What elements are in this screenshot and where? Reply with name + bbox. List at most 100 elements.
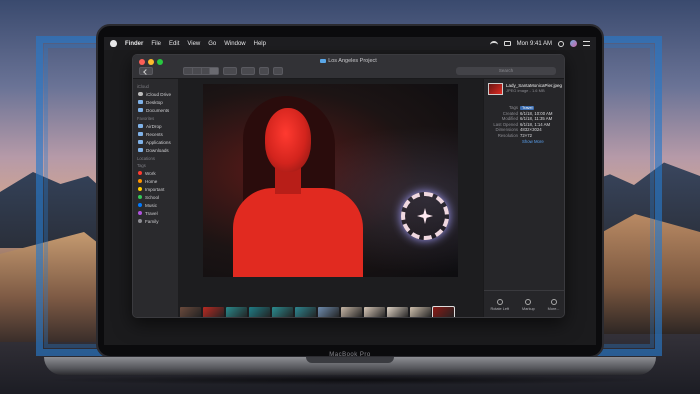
filmstrip-thumbnail[interactable] [341, 306, 362, 317]
sidebar-item-applications[interactable]: Applications [135, 138, 176, 146]
back-button[interactable] [139, 67, 153, 75]
sidebar-tag-family[interactable]: Family [135, 217, 176, 225]
sidebar-item-desktop[interactable]: Desktop [135, 98, 176, 106]
tag-color-dot-icon [138, 211, 142, 215]
menu-file[interactable]: File [151, 41, 161, 47]
metadata-value-cell: 72×72 [520, 133, 532, 139]
sidebar-tag-label: Work [145, 170, 156, 176]
folder-icon [320, 58, 327, 63]
documents-folder-icon [138, 108, 143, 112]
laptop-shadow [40, 375, 660, 385]
window-title-text: Los Angeles Project [328, 58, 377, 64]
sidebar-item-label: AirDrop [146, 123, 162, 129]
window-titlebar: Los Angeles Project Search [133, 55, 564, 79]
menu-window[interactable]: Window [224, 41, 245, 47]
menu-app-name[interactable]: Finder [125, 41, 143, 47]
sidebar-tag-music[interactable]: Music [135, 201, 176, 209]
filmstrip-thumbnail[interactable] [387, 306, 408, 317]
search-input[interactable]: Search [456, 67, 556, 75]
sidebar-tag-label: Travel [145, 210, 158, 216]
sidebar-item-label: Downloads [146, 147, 169, 153]
rotate-left-button[interactable]: Rotate Left [490, 299, 509, 311]
menu-view[interactable]: View [187, 41, 200, 47]
tag-color-dot-icon [138, 187, 142, 191]
tag-color-dot-icon [138, 195, 142, 199]
sidebar-tag-work[interactable]: Work [135, 169, 176, 177]
filmstrip-thumbnail[interactable] [180, 306, 201, 317]
icon-view-button[interactable] [184, 68, 193, 74]
filmstrip-thumbnail[interactable] [249, 306, 270, 317]
column-view-button[interactable] [202, 68, 211, 74]
filmstrip-thumbnail[interactable] [226, 306, 247, 317]
toolbar: Search [133, 67, 564, 77]
sidebar-tag-home[interactable]: Home [135, 177, 176, 185]
sidebar-item-airdrop[interactable]: AirDrop [135, 122, 176, 130]
tag-chip[interactable]: Travel [520, 106, 535, 110]
apple-icon[interactable] [110, 40, 117, 47]
filmstrip-thumbnail[interactable] [295, 306, 316, 317]
inspector-divider [484, 290, 564, 291]
sidebar: iCloud iCloud Drive Desktop Documents Fa… [133, 79, 178, 317]
sidebar-item-downloads[interactable]: Downloads [135, 146, 176, 154]
markup-button[interactable]: Markup [522, 299, 535, 311]
tag-color-dot-icon [138, 171, 142, 175]
menu-extras: Mon 9:41 AM [489, 40, 590, 47]
metadata-value: 6/1/18, 11:35 AM [520, 116, 553, 121]
file-thumbnail [488, 83, 503, 95]
wifi-icon[interactable] [489, 41, 498, 46]
sidebar-tag-label: Important [145, 186, 165, 192]
sidebar-item-recents[interactable]: Recents [135, 130, 176, 138]
menu-go[interactable]: Go [208, 41, 216, 47]
sidebar-tag-label: Family [145, 218, 159, 224]
clock[interactable]: Mon 9:41 AM [517, 41, 552, 47]
photo-subject-shirt [233, 188, 363, 277]
sidebar-heading-favorites: Favorites [137, 116, 155, 121]
more-button[interactable]: More... [548, 299, 560, 311]
sidebar-tag-school[interactable]: School [135, 193, 176, 201]
filmstrip-thumbnail[interactable] [318, 306, 339, 317]
metadata-value: 6/1/18, 1:14 AM [520, 121, 551, 127]
sidebar-tag-label: Music [145, 202, 157, 208]
more-icon [550, 299, 557, 305]
show-more-link[interactable]: Show More [522, 139, 562, 144]
finder-window: Los Angeles Project Search iCloud iCloud [132, 54, 565, 318]
photo-light-sculpture [401, 192, 449, 240]
group-by-button[interactable] [223, 67, 237, 75]
filmstrip-thumbnail[interactable] [364, 306, 385, 317]
sidebar-heading-tags: Tags [137, 163, 146, 168]
metadata-row: Resolution 72×72 [488, 133, 562, 139]
spotlight-icon[interactable] [558, 40, 564, 47]
tag-color-dot-icon [138, 219, 142, 223]
selected-photo[interactable] [203, 84, 458, 277]
menu-bar: Finder File Edit View Go Window Help Mon… [104, 37, 596, 50]
filmstrip-thumbnail[interactable] [203, 306, 224, 317]
sidebar-item-icloud-drive[interactable]: iCloud Drive [135, 90, 176, 98]
menu-help[interactable]: Help [254, 41, 266, 47]
list-view-button[interactable] [193, 68, 202, 74]
sidebar-item-label: Desktop [146, 99, 163, 105]
filmstrip-thumbnail[interactable] [272, 306, 293, 317]
sidebar-item-documents[interactable]: Documents [135, 106, 176, 114]
menu-edit[interactable]: Edit [169, 41, 179, 47]
sidebar-tag-travel[interactable]: Travel [135, 209, 176, 217]
share-button[interactable] [259, 67, 269, 75]
edit-tags-button[interactable] [273, 67, 283, 75]
sidebar-tag-important[interactable]: Important [135, 185, 176, 193]
action-label: Markup [522, 307, 535, 311]
gallery-view-button[interactable] [210, 68, 218, 74]
inspector-header: Lady_SantaMonicaPier.jpeg JPEG image - 1… [488, 83, 562, 95]
filmstrip-thumbnail[interactable] [410, 306, 431, 317]
airdrop-icon [138, 124, 143, 128]
action-gear-button[interactable] [241, 67, 255, 75]
metadata-value: 6/1/18, 10:00 AM [520, 110, 553, 116]
siri-icon[interactable] [570, 40, 577, 47]
sidebar-heading-icloud: iCloud [137, 84, 149, 89]
view-mode-segmented-control[interactable] [183, 67, 219, 75]
filmstrip-thumbnail[interactable] [432, 305, 455, 317]
airplay-icon[interactable] [503, 41, 511, 46]
notification-center-icon[interactable] [583, 41, 590, 46]
window-title: Los Angeles Project [133, 58, 564, 64]
photo-subject-face [265, 108, 311, 172]
rotate-left-icon [496, 299, 503, 305]
sidebar-tag-label: Home [145, 178, 158, 184]
